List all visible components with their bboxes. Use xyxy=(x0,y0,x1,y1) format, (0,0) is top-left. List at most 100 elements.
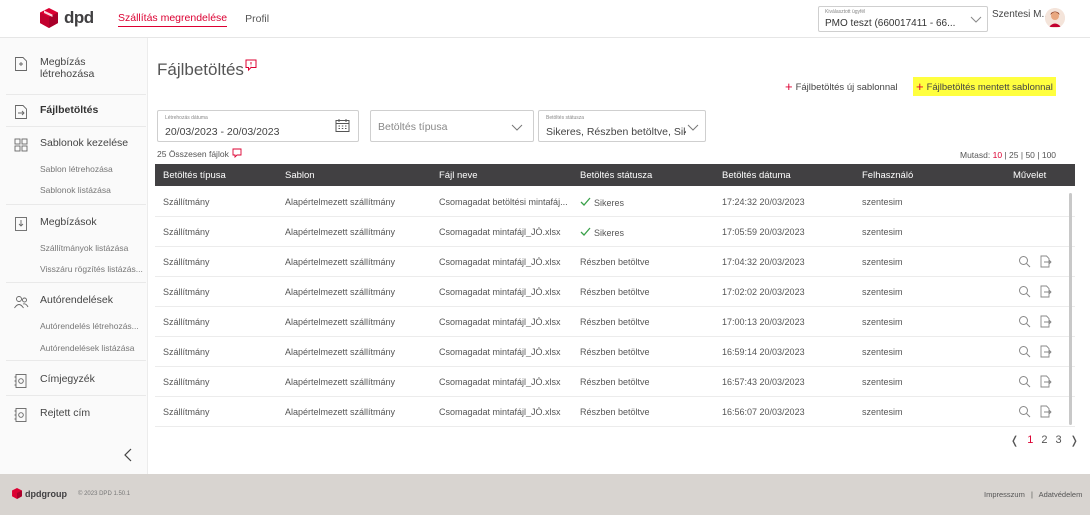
cell-date: 17:24:32 20/03/2023 xyxy=(722,197,805,207)
sidebar-item-label: Megbízások xyxy=(40,216,97,228)
file-upload-icon[interactable] xyxy=(1039,345,1052,358)
help-chat-icon[interactable] xyxy=(232,148,242,158)
sidebar-subitem-create-car-order[interactable]: Autórendelés létrehozás... xyxy=(40,321,145,331)
cell-date: 16:56:07 20/03/2023 xyxy=(722,407,805,417)
cell-date: 17:04:32 20/03/2023 xyxy=(722,257,805,267)
column-header-date[interactable]: Betöltés dátuma xyxy=(722,170,791,181)
cell-user: szentesim xyxy=(862,377,903,387)
cell-user: szentesim xyxy=(862,347,903,357)
grid-icon xyxy=(14,138,28,152)
column-header-file[interactable]: Fájl neve xyxy=(439,170,478,181)
cell-file-name: Csomagadat mintafájl_JÓ.xlsx xyxy=(439,287,561,297)
upload-status-filter[interactable]: Betöltés státusza Sikeres, Részben betöl… xyxy=(538,110,706,142)
status-text: Részben betöltve xyxy=(580,377,650,387)
footer-copyright: © 2023 DPD 1.50.1 xyxy=(78,491,131,497)
dpd-cube-icon xyxy=(40,8,58,28)
cell-template: Alapértelmezett szállítmány xyxy=(285,407,396,417)
page-size-option[interactable]: 50 xyxy=(1025,150,1034,160)
sidebar-item-label: Autórendelések xyxy=(40,294,113,306)
user-name[interactable]: Szentesi M... xyxy=(992,9,1050,20)
column-header-template[interactable]: Sablon xyxy=(285,170,315,181)
search-icon[interactable] xyxy=(1018,315,1031,328)
column-header-type[interactable]: Betöltés típusa xyxy=(163,170,226,181)
cell-status: Sikeres xyxy=(580,227,624,238)
table-row[interactable]: Szállítmány Alapértelmezett szállítmány Cs… xyxy=(155,277,1075,307)
help-chat-icon[interactable] xyxy=(244,58,258,72)
page-number[interactable]: 2 xyxy=(1041,434,1047,447)
status-text: Részben betöltve xyxy=(580,287,650,297)
sidebar-subitem-list-templates[interactable]: Sablonok listázása xyxy=(40,185,145,195)
client-select[interactable]: Kiválasztott ügyfél PMO teszt (660017411… xyxy=(818,6,988,32)
status-text: Sikeres xyxy=(594,198,625,208)
column-header-status[interactable]: Betöltés státusza xyxy=(580,170,652,181)
cell-type: Szállítmány xyxy=(163,257,210,267)
chevron-down-icon xyxy=(687,124,699,131)
footer-link-privacy[interactable]: Adatvédelem xyxy=(1039,490,1083,499)
cell-type: Szállítmány xyxy=(163,407,210,417)
page-size-option[interactable]: 10 xyxy=(993,150,1002,160)
cell-status: Részben betöltve xyxy=(580,407,650,417)
cell-user: szentesim xyxy=(862,197,903,207)
divider xyxy=(6,360,146,361)
table-scrollbar[interactable] xyxy=(1069,193,1072,425)
footer-brand: dpdgroup xyxy=(25,488,67,499)
footer-link-impressum[interactable]: Impresszum xyxy=(984,490,1025,499)
table-row[interactable]: Szállítmány Alapértelmezett szállítmány Cs… xyxy=(155,307,1075,337)
sidebar-subitem-list-car-orders[interactable]: Autórendelések listázása xyxy=(40,343,145,353)
cell-status: Részben betöltve xyxy=(580,377,650,387)
table-row[interactable]: Szállítmány Alapértelmezett szállítmány Cs… xyxy=(155,397,1075,427)
upload-type-filter[interactable]: Betöltés típusa xyxy=(370,110,534,142)
date-range-filter[interactable]: Létrehozás dátuma 20/03/2023 - 20/03/202… xyxy=(157,110,359,142)
cell-template: Alapértelmezett szállítmány xyxy=(285,347,396,357)
cell-user: szentesim xyxy=(862,407,903,417)
sidebar-item-label: Fájlbetöltés xyxy=(40,104,99,116)
upload-new-template-button[interactable]: + Fájlbetöltés új sablonnal xyxy=(785,79,898,94)
file-upload-icon[interactable] xyxy=(1039,255,1052,268)
page-number[interactable]: 1 xyxy=(1027,434,1033,447)
cell-file-name: Csomagadat mintafájl_JÓ.xlsx xyxy=(439,227,561,237)
table-row[interactable]: Szállítmány Alapértelmezett szállítmány Cs… xyxy=(155,187,1075,217)
cell-file-name: Csomagadat mintafájl_JÓ.xlsx xyxy=(439,317,561,327)
file-upload-icon[interactable] xyxy=(1039,375,1052,388)
cell-type: Szállítmány xyxy=(163,227,210,237)
cell-status: Részben betöltve xyxy=(580,317,650,327)
upload-status-value: Sikeres, Részben betöltve, Sike xyxy=(546,126,686,138)
sidebar-item-label: Címjegyzék xyxy=(40,373,95,385)
page-size-option[interactable]: 25 xyxy=(1009,150,1018,160)
nav-profile[interactable]: Profil xyxy=(245,0,269,38)
chevron-left-icon[interactable]: ❬ xyxy=(1010,434,1019,447)
avatar[interactable] xyxy=(1045,8,1065,28)
table-row[interactable]: Szállítmány Alapértelmezett szállítmány Cs… xyxy=(155,337,1075,367)
table-header: Betöltés típusa Sablon Fájl neve Betölté… xyxy=(155,164,1075,186)
client-select-caption: Kiválasztott ügyfél xyxy=(825,9,866,15)
chevron-right-icon[interactable]: ❭ xyxy=(1070,434,1079,447)
search-icon[interactable] xyxy=(1018,255,1031,268)
dpd-logo[interactable]: dpd xyxy=(40,8,94,28)
sidebar-subitem-create-template[interactable]: Sablon létrehozása xyxy=(40,164,145,174)
file-upload-icon[interactable] xyxy=(1039,285,1052,298)
upload-saved-template-button[interactable]: + Fájlbetöltés mentett sablonnal xyxy=(913,77,1056,96)
search-icon[interactable] xyxy=(1018,375,1031,388)
file-upload-icon xyxy=(15,105,27,119)
sidebar-subitem-list-shipments[interactable]: Szállítmányok listázása xyxy=(40,243,145,253)
file-upload-icon[interactable] xyxy=(1039,405,1052,418)
nav-shipping-order[interactable]: Szállítás megrendelése xyxy=(118,0,228,38)
page-size-option[interactable]: 100 xyxy=(1042,150,1056,160)
search-icon[interactable] xyxy=(1018,345,1031,358)
search-icon[interactable] xyxy=(1018,405,1031,418)
file-upload-icon[interactable] xyxy=(1039,315,1052,328)
orders-icon xyxy=(15,217,27,231)
table-row[interactable]: Szállítmány Alapértelmezett szállítmány Cs… xyxy=(155,247,1075,277)
page-number[interactable]: 3 xyxy=(1055,434,1061,447)
page-size-label: Mutasd: xyxy=(960,150,991,160)
search-icon[interactable] xyxy=(1018,285,1031,298)
column-header-user[interactable]: Felhasználó xyxy=(862,170,913,181)
table-row[interactable]: Szállítmány Alapértelmezett szállítmány Cs… xyxy=(155,217,1075,247)
table-row[interactable]: Szállítmány Alapértelmezett szállítmány Cs… xyxy=(155,367,1075,397)
cell-type: Szállítmány xyxy=(163,287,210,297)
checkmark-icon xyxy=(580,197,591,206)
sidebar-subitem-list-returns[interactable]: Visszáru rögzítés listázás... xyxy=(40,264,145,274)
status-text: Részben betöltve xyxy=(580,317,650,327)
status-text: Részben betöltve xyxy=(580,347,650,357)
chevron-left-icon[interactable] xyxy=(122,448,134,462)
